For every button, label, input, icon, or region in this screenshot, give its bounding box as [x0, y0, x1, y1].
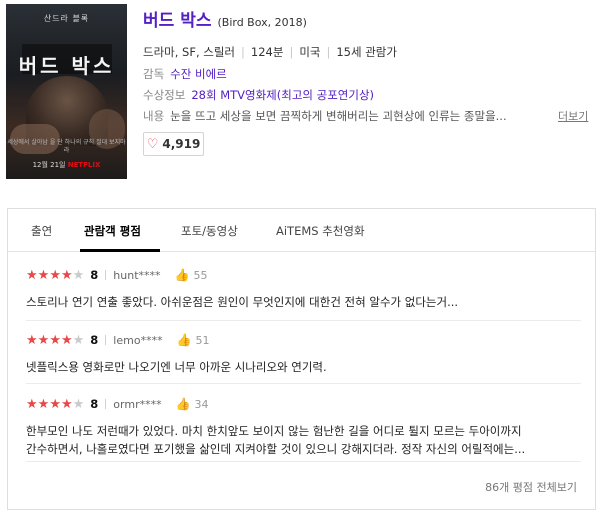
review-score: 8	[90, 333, 99, 347]
star-rating: ★ ★ ★ ★ ★	[26, 334, 84, 347]
review-meta: ★ ★ ★ ★ ★ 8 lemo**** 👍 51	[26, 332, 581, 348]
reviewer-nickname[interactable]: lemo****	[113, 334, 162, 347]
review-likes: 51	[195, 333, 210, 347]
active-tab-indicator	[80, 249, 160, 252]
star-icon: ★	[60, 396, 73, 412]
divider	[26, 461, 581, 462]
star-icon: ★	[49, 332, 61, 348]
divider	[26, 383, 581, 384]
tab-recommendations[interactable]: AiTEMS 추천영화	[276, 223, 365, 239]
star-icon: ★	[37, 396, 50, 412]
all-reviews-link[interactable]: 86개 평점 전체보기	[485, 479, 577, 495]
thumbs-up-icon[interactable]: 👍	[175, 268, 190, 282]
director-link[interactable]: 수잔 비에르	[170, 67, 227, 81]
review-score: 8	[90, 268, 99, 282]
plot-text: 눈을 뜨고 세상을 보면 끔찍하게 변해버리는 괴현상에 인류는 종말을...	[170, 109, 507, 123]
review-text-continued: 간수하면서, 나홀로였다면 포기했을 삶인데 지켜야할 것이 있으니 강해지더라…	[26, 442, 526, 456]
review-likes: 34	[194, 397, 209, 411]
movie-plot-row: 내용 눈을 뜨고 세상을 보면 끔찍하게 변해버리는 괴현상에 인류는 종말을..…	[143, 108, 507, 124]
star-icon: ★	[26, 332, 38, 348]
movie-basic-info: 드라마, SF, 스릴러 | 124분 | 미국 | 15세 관람가	[143, 44, 397, 60]
reviewer-nickname[interactable]: hunt****	[113, 269, 160, 282]
star-icon: ★	[60, 267, 73, 283]
divider: |	[326, 45, 331, 59]
review-text: 스토리나 연기 연출 좋았다. 아쉬운점은 원인이 무엇인지에 대한건 전혀 알…	[26, 295, 459, 309]
divider: |	[289, 45, 294, 59]
like-button[interactable]: ♡ 4,919	[143, 132, 204, 156]
tab-photo-video[interactable]: 포토/동영상	[181, 223, 238, 239]
star-icon: ★	[60, 332, 73, 348]
movie-runtime: 124분	[250, 45, 284, 59]
poster-top-text: 산드라 블록	[43, 14, 90, 23]
movie-poster[interactable]: 산드라 블록 버드 박스 세상에서 살아남 을 단 하나의 규칙 절대 보지마라…	[6, 4, 127, 179]
movie-rating: 15세 관람가	[336, 45, 397, 59]
movie-title-link[interactable]: 버드 박스	[143, 11, 211, 31]
thumbs-up-icon[interactable]: 👍	[177, 333, 192, 347]
star-rating: ★ ★ ★ ★ ★	[26, 269, 84, 282]
plot-label: 내용	[143, 109, 165, 123]
star-icon: ★	[26, 396, 38, 412]
review-item: ★ ★ ★ ★ ★ 8 lemo**** 👍 51 넷플릭스용 영화로만 나오기엔 너무…	[26, 332, 581, 376]
movie-country: 미국	[299, 45, 321, 59]
reviewer-nickname[interactable]: ormr****	[113, 398, 161, 411]
divider: |	[241, 45, 245, 59]
heart-icon: ♡	[146, 136, 159, 152]
star-empty-icon: ★	[72, 396, 85, 412]
tab-cast[interactable]: 출연	[31, 223, 52, 239]
movie-director-row: 감독 수잔 비에르	[143, 66, 227, 82]
tab-audience-ratings[interactable]: 관람객 평점	[84, 223, 141, 239]
divider	[105, 270, 107, 280]
star-rating: ★ ★ ★ ★ ★	[26, 398, 84, 411]
divider	[105, 399, 107, 409]
review-likes: 55	[193, 268, 208, 282]
poster-brand-logo: NETFLIX	[67, 161, 101, 169]
star-icon: ★	[37, 332, 50, 348]
poster-title-text: 버드 박스	[18, 54, 115, 78]
review-meta: ★ ★ ★ ★ ★ 8 hunt**** 👍 55	[26, 267, 581, 283]
review-panel: 출연 관람객 평점 포토/동영상 AiTEMS 추천영화 ★ ★ ★ ★ ★ 8 hun…	[7, 208, 596, 510]
poster-release-date: 12월 21일	[32, 161, 66, 169]
award-label: 수상정보	[143, 88, 186, 102]
tab-bar: 출연 관람객 평점 포토/동영상 AiTEMS 추천영화	[8, 209, 595, 252]
movie-genre: 드라마, SF, 스릴러	[143, 45, 236, 59]
poster-date: 12월 21일 NETFLIX	[6, 160, 127, 170]
star-icon: ★	[49, 267, 61, 283]
movie-award-row: 수상정보 28회 MTV영화제(최고의 공포연기상)	[143, 87, 374, 103]
thumbs-up-icon[interactable]: 👍	[176, 397, 191, 411]
review-score: 8	[90, 397, 99, 411]
award-link[interactable]: 28회 MTV영화제(최고의 공포연기상)	[191, 88, 374, 102]
more-link[interactable]: 더보기	[558, 108, 588, 124]
divider	[105, 335, 107, 345]
review-meta: ★ ★ ★ ★ ★ 8 ormr**** 👍 34	[26, 396, 581, 412]
star-empty-icon: ★	[72, 267, 85, 283]
movie-title: 버드 박스 (Bird Box, 2018)	[143, 6, 307, 31]
review-item: ★ ★ ★ ★ ★ 8 ormr**** 👍 34 한부모인 나도 저런때가 있었다. …	[26, 396, 581, 458]
divider	[26, 320, 581, 321]
director-label: 감독	[143, 67, 165, 81]
star-icon: ★	[37, 267, 50, 283]
star-icon: ★	[49, 396, 61, 412]
review-text: 한부모인 나도 저런때가 있었다. 마치 한치앞도 보이지 않는 험난한 길을 …	[26, 424, 522, 438]
like-count: 4,919	[162, 137, 201, 151]
star-icon: ★	[26, 267, 38, 283]
star-empty-icon: ★	[72, 332, 85, 348]
movie-original-title: (Bird Box, 2018)	[217, 16, 307, 29]
review-text: 넷플릭스용 영화로만 나오기엔 너무 아까운 시나리오와 연기력.	[26, 360, 327, 374]
review-item: ★ ★ ★ ★ ★ 8 hunt**** 👍 55 스토리나 연기 연출 좋았다. 아쉬…	[26, 267, 581, 311]
poster-tagline: 세상에서 살아남 을 단 하나의 규칙 절대 보지마라	[7, 139, 126, 154]
